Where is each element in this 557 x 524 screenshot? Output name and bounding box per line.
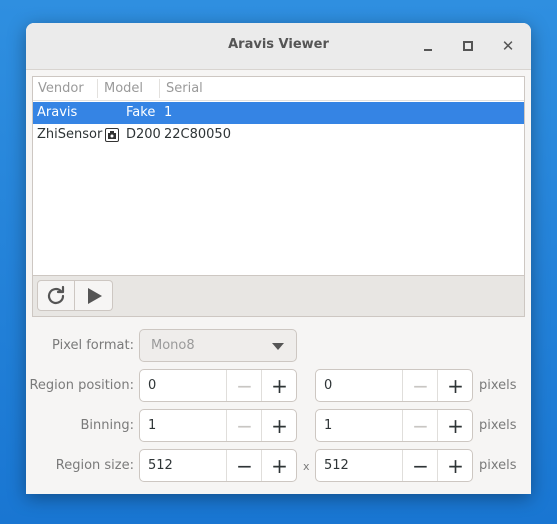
region-size-label: Region size: [55,458,134,473]
app-window: Aravis Viewer ✕ Vendor Model Serial Arav… [26,23,531,494]
pixel-format-label: Pixel format: [52,338,134,353]
camera-vendor: ZhiSensor [37,127,103,142]
binning-label: Binning: [80,418,135,433]
spin-value[interactable]: 1 [324,418,332,433]
camera-list: Vendor Model Serial Aravis Fake 1 ZhiSen… [32,76,525,317]
camera-row-aravis[interactable]: Aravis Fake 1 [33,102,524,124]
camera-serial: 1 [164,105,173,120]
camera-toolbar [33,275,524,316]
camera-row-zhisensor[interactable]: ZhiSensor D200 22C80050 [33,124,524,146]
unit-label: pixels [479,418,517,433]
start-video-button[interactable] [75,280,113,311]
binning-x-spin[interactable]: 1 − + [139,409,297,442]
column-header-model[interactable]: Model [104,81,143,96]
decrement-button[interactable]: − [226,450,262,481]
increment-button[interactable]: + [437,410,473,441]
region-position-y-spin[interactable]: 0 − + [315,369,473,402]
camera-model: Fake [126,105,156,120]
decrement-button[interactable]: − [402,450,438,481]
column-divider [97,79,98,98]
spin-value[interactable]: 512 [148,458,173,473]
minimize-icon [424,49,432,51]
camera-list-header: Vendor Model Serial [33,77,524,101]
camera-model: D200 [126,127,161,142]
decrement-button[interactable]: − [402,410,438,441]
camera-device-icon [105,128,119,142]
play-icon [87,287,102,304]
chevron-down-icon [272,343,284,350]
close-button[interactable]: ✕ [497,35,519,57]
column-header-vendor[interactable]: Vendor [38,81,84,96]
unit-label: pixels [479,378,517,393]
pixel-format-value: Mono8 [151,338,195,353]
increment-button[interactable]: + [437,450,473,481]
region-size-width-spin[interactable]: 512 − + [139,449,297,482]
column-header-serial[interactable]: Serial [166,81,203,96]
titlebar[interactable]: Aravis Viewer ✕ [26,23,531,70]
spin-value[interactable]: 512 [324,458,349,473]
minimize-button[interactable] [417,35,439,57]
decrement-button[interactable]: − [226,370,262,401]
unit-label: pixels [479,458,517,473]
increment-button[interactable]: + [261,450,297,481]
camera-serial: 22C80050 [164,127,231,142]
spin-value[interactable]: 1 [148,418,156,433]
increment-button[interactable]: + [261,370,297,401]
increment-button[interactable]: + [261,410,297,441]
maximize-button[interactable] [457,35,479,57]
size-separator: x [303,460,310,473]
column-divider [159,79,160,98]
region-size-height-spin[interactable]: 512 − + [315,449,473,482]
refresh-button[interactable] [37,280,75,311]
region-position-x-spin[interactable]: 0 − + [139,369,297,402]
spin-value[interactable]: 0 [148,378,156,393]
maximize-icon [463,41,473,51]
decrement-button[interactable]: − [226,410,262,441]
pixel-format-combo[interactable]: Mono8 [139,329,297,362]
decrement-button[interactable]: − [402,370,438,401]
binning-y-spin[interactable]: 1 − + [315,409,473,442]
spin-value[interactable]: 0 [324,378,332,393]
window-title: Aravis Viewer [228,37,329,52]
increment-button[interactable]: + [437,370,473,401]
camera-vendor: Aravis [37,105,78,120]
refresh-icon [47,285,65,304]
region-position-label: Region position: [29,378,134,393]
close-icon: ✕ [501,36,515,55]
